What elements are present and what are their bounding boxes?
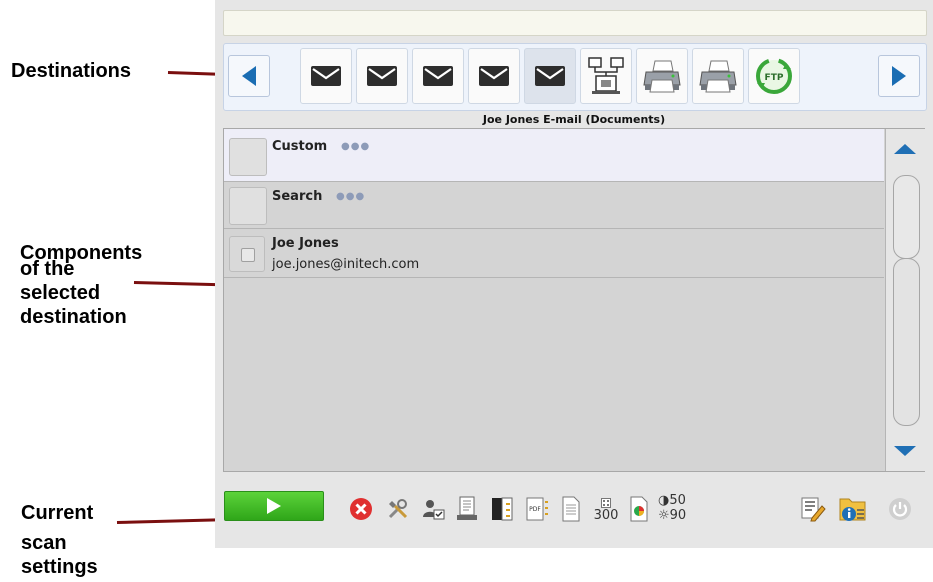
item-checkbox[interactable]: [229, 187, 267, 225]
envelope-icon: [311, 66, 341, 86]
scrollbar-track[interactable]: [893, 258, 920, 426]
list-item-custom[interactable]: Custom ●●●: [224, 129, 884, 182]
envelope-icon: [535, 66, 565, 86]
destinations-next-button[interactable]: [878, 55, 920, 97]
destination-email-5-selected[interactable]: [524, 48, 576, 104]
more-options-icon[interactable]: ●●●: [341, 141, 370, 152]
sun-icon: ☼: [658, 508, 670, 523]
color-document-icon: [630, 496, 648, 522]
item-checkbox[interactable]: [229, 236, 265, 272]
destination-email-1[interactable]: [300, 48, 352, 104]
destinations-callout: Destinations: [11, 60, 132, 82]
brightness-number: 50: [669, 493, 686, 508]
destination-network-folder[interactable]: [580, 48, 632, 104]
contrast-value: ◑50: [658, 493, 686, 508]
envelope-icon: [423, 66, 453, 86]
scroll-down-button[interactable]: [886, 433, 924, 469]
resolution-icon: [601, 497, 611, 508]
contrast-icon: ◑: [658, 493, 670, 508]
tools-icon: [388, 499, 408, 519]
scan-settings-callout-line2: scan: [21, 532, 67, 554]
power-icon: [889, 498, 911, 520]
folder-info-icon: [839, 498, 866, 521]
scroll-up-button[interactable]: [886, 131, 924, 167]
envelope-icon: [479, 66, 509, 86]
document-icon: [562, 496, 580, 522]
edit-settings-button[interactable]: [800, 496, 826, 522]
contrast-number: 90: [669, 508, 687, 523]
pdf-icon: PDF: [526, 497, 548, 521]
resolution-value: 300: [593, 507, 619, 523]
document-type-button[interactable]: [558, 496, 584, 522]
power-button[interactable]: [887, 496, 913, 522]
destinations-prev-button[interactable]: [228, 55, 270, 97]
color-mode-icon: [492, 497, 513, 521]
arrow-down-icon: [894, 446, 916, 456]
list-item-title: Custom: [272, 139, 328, 154]
play-icon: [267, 498, 281, 514]
list-item-email: joe.jones@initech.com: [272, 257, 420, 272]
list-item-joe-jones[interactable]: Joe Jones joe.jones@initech.com: [224, 229, 884, 278]
cancel-button[interactable]: [348, 496, 374, 522]
selected-destination-title: Joe Jones E-mail (Documents): [482, 113, 666, 126]
scrollbar-thumb[interactable]: [893, 175, 920, 259]
scan-settings-callout-line3: settings: [21, 556, 98, 578]
checkbox-box-icon: [241, 248, 255, 262]
edit-list-icon: [801, 497, 826, 522]
start-scan-button[interactable]: [224, 491, 324, 521]
list-item-title: Search: [272, 189, 323, 204]
item-checkbox[interactable]: [229, 138, 267, 176]
more-options-icon[interactable]: ●●●: [336, 191, 365, 202]
envelope-icon: [367, 66, 397, 86]
file-type-pdf-button[interactable]: PDF: [524, 496, 550, 522]
components-callout-line4: destination: [20, 306, 127, 328]
printer-icon: [643, 60, 681, 93]
auto-color-button[interactable]: [626, 496, 652, 522]
brightness-value: ☼90: [658, 508, 687, 523]
resolution-button[interactable]: 300: [592, 496, 620, 522]
destination-printer-2[interactable]: [692, 48, 744, 104]
components-callout-line3: selected: [20, 282, 101, 304]
list-item-search[interactable]: Search ●●●: [224, 182, 884, 229]
simplex-page-button[interactable]: [454, 496, 480, 522]
ftp-icon: FTP: [756, 58, 792, 94]
network-folder-icon: [588, 57, 624, 94]
tools-button[interactable]: [385, 496, 411, 522]
document-scan-icon: [457, 496, 477, 520]
user-check-icon: [423, 500, 445, 520]
arrow-right-icon: [892, 66, 906, 86]
scan-settings-callout-line1: Current: [21, 502, 94, 524]
destination-printer-1[interactable]: [636, 48, 688, 104]
job-info-button[interactable]: [838, 496, 868, 522]
scan-settings-callout: Current scan settings: [21, 502, 98, 578]
destination-email-3[interactable]: [412, 48, 464, 104]
brightness-contrast-button[interactable]: ◑50 ☼90: [654, 492, 694, 524]
user-settings-button[interactable]: [420, 496, 446, 522]
color-mode-button[interactable]: [489, 496, 515, 522]
pdf-label: PDF: [529, 506, 541, 513]
ftp-label: FTP: [765, 73, 784, 83]
printer-icon: [699, 60, 737, 93]
destination-email-4[interactable]: [468, 48, 520, 104]
destination-ftp[interactable]: FTP: [748, 48, 800, 104]
status-bar: [223, 10, 927, 36]
list-item-title: Joe Jones: [272, 236, 339, 251]
destination-email-2[interactable]: [356, 48, 408, 104]
components-callout: Components of the selected destination: [20, 242, 142, 328]
arrow-up-icon: [894, 144, 916, 154]
cancel-icon: [350, 498, 372, 520]
arrow-left-icon: [242, 66, 256, 86]
